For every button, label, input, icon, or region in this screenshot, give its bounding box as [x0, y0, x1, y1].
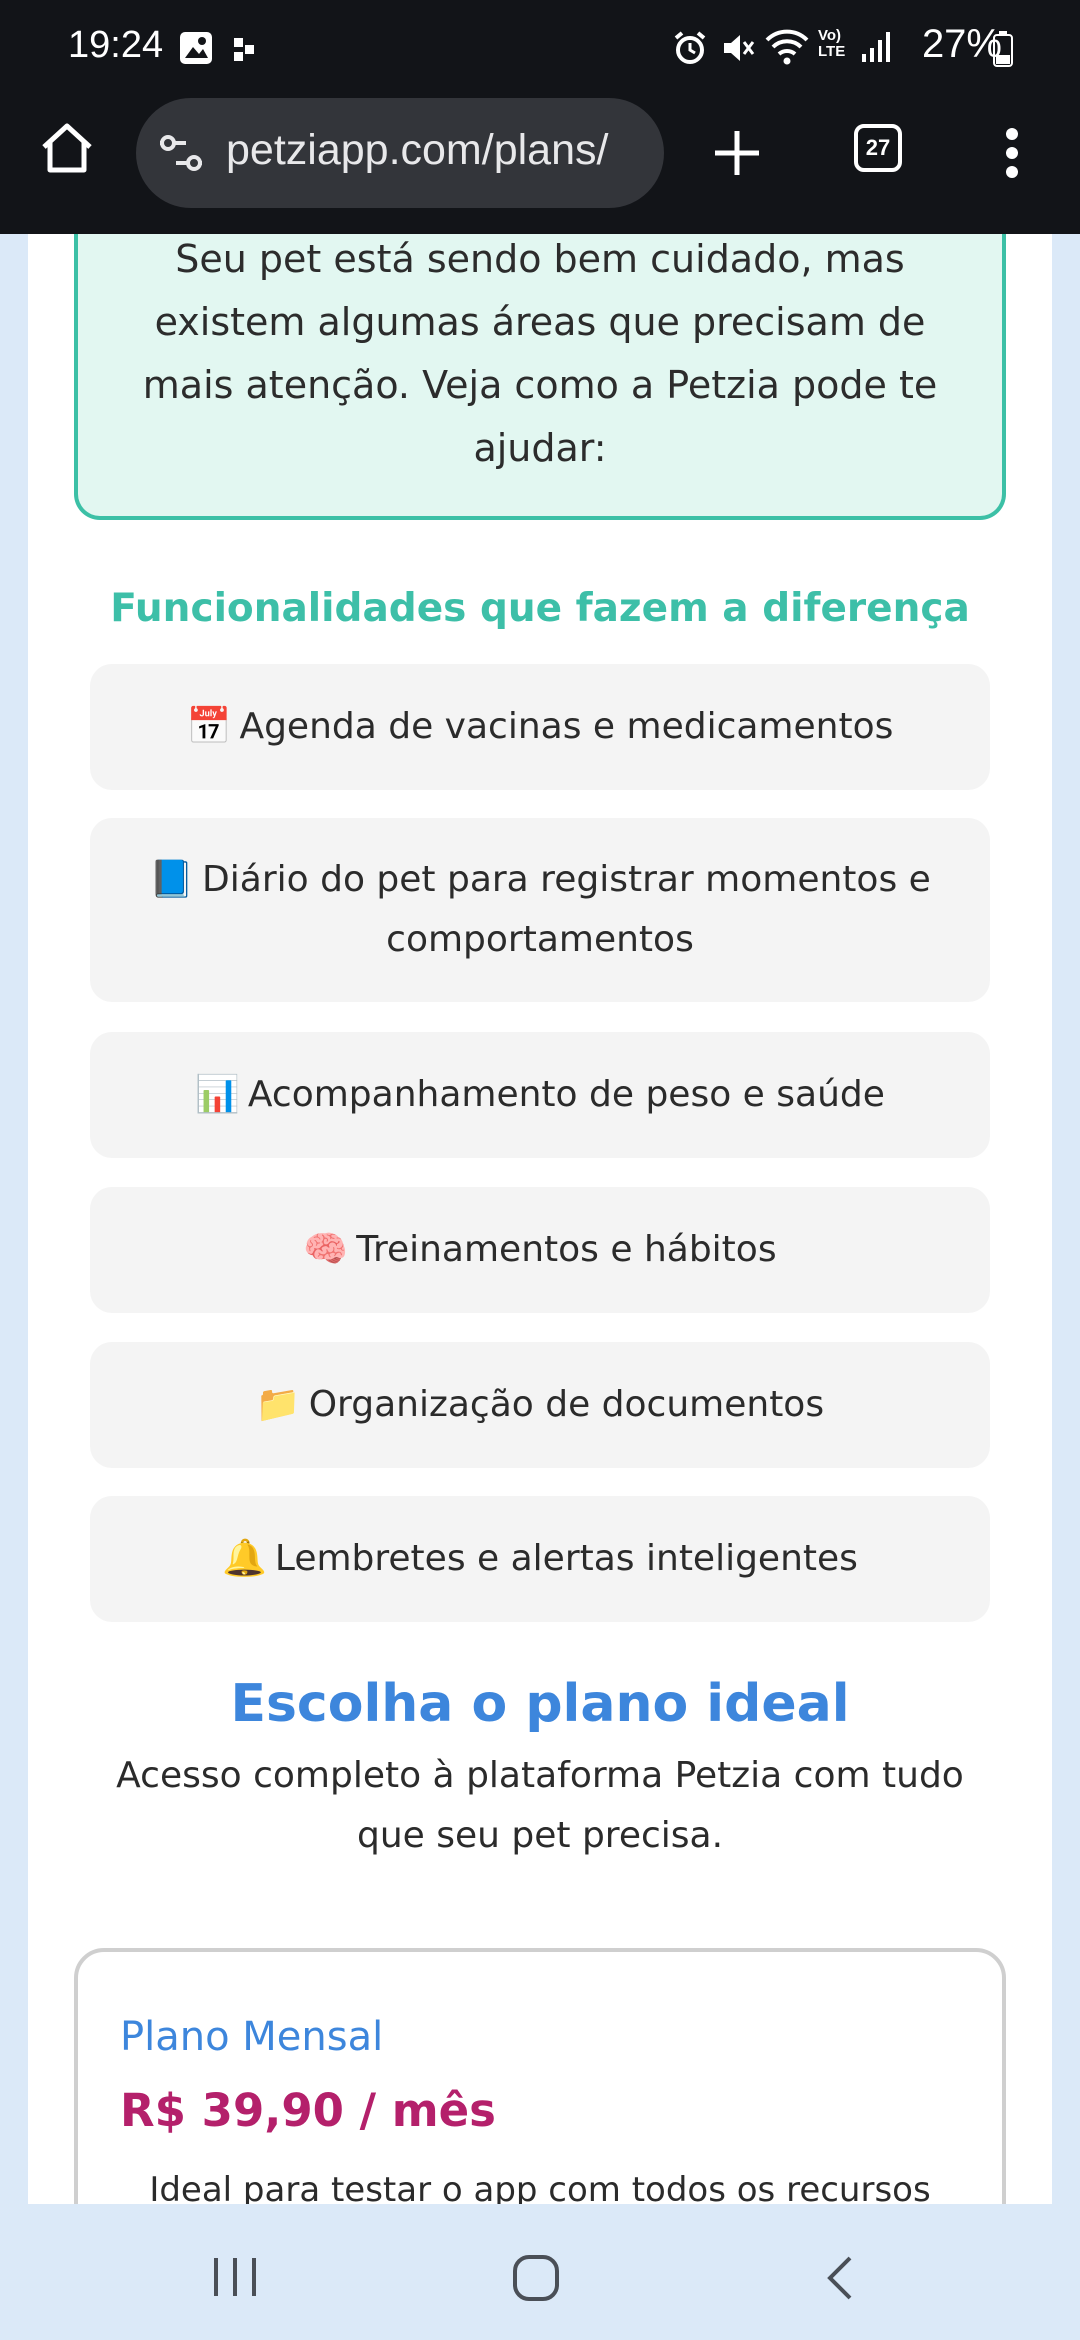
feature-item: 📘 Diário do pet para registrar momentos e… — [90, 818, 990, 1002]
mute-icon — [720, 30, 756, 70]
status-time: 19:24 — [68, 24, 164, 66]
calendar-icon: 📅 — [186, 706, 232, 747]
feature-label: Acompanhamento de peso e saúde — [247, 1074, 885, 1115]
battery-percent: 27% — [921, 22, 1002, 66]
feature-label: Agenda de vacinas e medicamentos — [239, 706, 894, 747]
home-icon[interactable] — [38, 120, 96, 182]
blue-book-icon: 📘 — [149, 859, 195, 900]
status-bar: 19:24 Vo) LTE 27% — [0, 0, 1080, 96]
feature-label: Diário do pet para registrar momentos e … — [202, 859, 931, 960]
plan-card-monthly[interactable]: Plano Mensal R$ 39,90 / mês Ideal para t… — [74, 1948, 1006, 2204]
feature-label: Organização de documentos — [308, 1384, 825, 1425]
browser-toolbar: petziapp.com/plans/ 27 — [0, 96, 1080, 234]
feature-item: 🔔 Lembretes e alertas inteligentes — [90, 1496, 990, 1622]
new-tab-icon[interactable] — [712, 128, 762, 182]
bar-chart-icon: 📊 — [195, 1074, 240, 1115]
plan-description: Ideal para testar o app com todos os rec… — [149, 2170, 931, 2204]
feature-item: 🧠 Treinamentos e hábitos — [90, 1187, 990, 1313]
feature-item: 📅 Agenda de vacinas e medicamentos — [90, 664, 990, 790]
plan-name: Plano Mensal — [120, 2014, 384, 2060]
assessment-info-text: Seu pet está sendo bem cuidado, mas exis… — [142, 237, 938, 470]
feature-item: 📁 Organização de documentos — [90, 1342, 990, 1468]
assessment-info-box: Seu pet está sendo bem cuidado, mas exis… — [74, 234, 1006, 520]
url-text[interactable]: petziapp.com/plans/ — [226, 126, 608, 175]
site-settings-icon[interactable] — [158, 134, 204, 176]
plan-price: R$ 39,90 / mês — [120, 2084, 496, 2137]
web-page: Seu pet está sendo bem cuidado, mas exis… — [0, 234, 1080, 2204]
battery-icon — [992, 30, 1014, 72]
wifi-icon — [764, 28, 810, 70]
volte-icon: Vo) LTE — [818, 27, 846, 60]
brain-icon: 🧠 — [303, 1229, 349, 1270]
plans-subtitle: Acesso completo à plataforma Petzia com … — [116, 1755, 964, 1856]
features-title: Funcionalidades que fazem a diferença — [110, 586, 970, 631]
feature-label: Lembretes e alertas inteligentes — [274, 1538, 858, 1579]
alarm-icon — [672, 30, 708, 70]
recent-apps-icon[interactable] — [212, 2256, 258, 2302]
back-icon[interactable] — [822, 2254, 856, 2306]
folder-icon: 📁 — [255, 1384, 301, 1425]
dots-icon — [232, 36, 256, 66]
bell-icon: 🔔 — [222, 1538, 267, 1579]
signal-icon — [860, 30, 892, 68]
system-nav-bar — [0, 2204, 1080, 2340]
home-nav-icon[interactable] — [512, 2254, 560, 2306]
more-menu-icon[interactable] — [1000, 126, 1024, 184]
page-content: Seu pet está sendo bem cuidado, mas exis… — [28, 234, 1052, 2204]
tab-switcher-button[interactable]: 27 — [854, 124, 902, 172]
plans-title: Escolha o plano ideal — [230, 1674, 850, 1734]
feature-label: Treinamentos e hábitos — [356, 1229, 777, 1270]
gallery-icon — [178, 30, 214, 70]
feature-item: 📊 Acompanhamento de peso e saúde — [90, 1032, 990, 1158]
